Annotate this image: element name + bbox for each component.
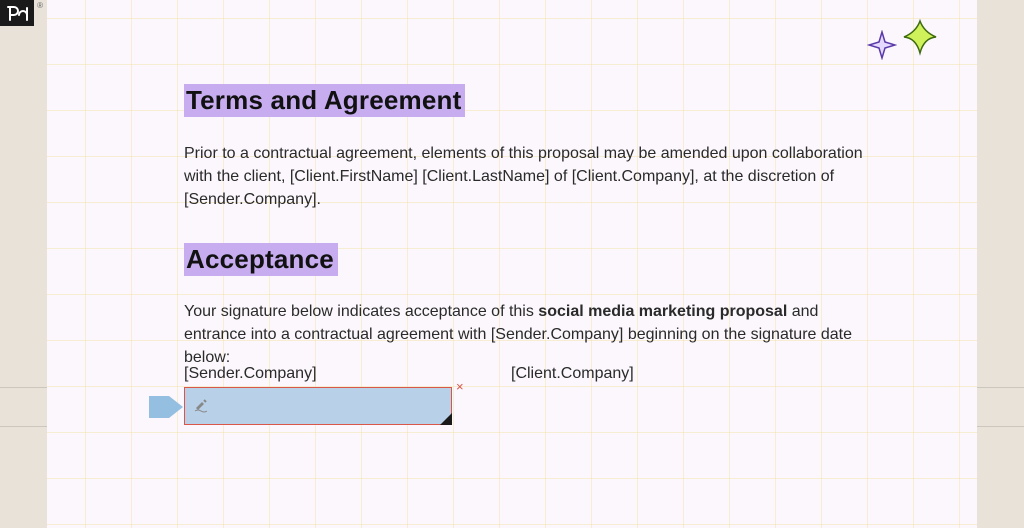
token-client-name[interactable]: [Client.FirstName] [Client.LastName] xyxy=(290,168,550,185)
signature-icon xyxy=(193,395,213,418)
app-logo: ® xyxy=(0,0,34,26)
signature-label-client: [Client.Company] xyxy=(511,365,634,383)
heading-acceptance: Acceptance xyxy=(184,243,338,276)
token-sender-company[interactable]: [Sender.Company] xyxy=(184,191,317,208)
bold-proposal-name: social media marketing proposal xyxy=(538,303,787,320)
heading-highlight: Acceptance xyxy=(184,243,338,276)
heading-terms: Terms and Agreement xyxy=(184,84,465,117)
resize-handle-icon[interactable] xyxy=(440,413,452,425)
sparkle-icon xyxy=(901,18,939,56)
heading-highlight: Terms and Agreement xyxy=(184,84,465,117)
signature-label-sender: [Sender.Company] xyxy=(184,365,317,383)
sparkle-icon xyxy=(867,30,897,60)
content-column: Terms and Agreement Prior to a contractu… xyxy=(184,0,867,528)
paragraph-acceptance: Your signature below indicates acceptanc… xyxy=(184,300,867,370)
token-sender-company[interactable]: [Sender.Company] xyxy=(491,326,624,343)
token-client-company[interactable]: [Client.Company] xyxy=(572,168,695,185)
signature-field[interactable] xyxy=(184,387,452,425)
remove-field-button[interactable]: × xyxy=(456,380,464,393)
registered-mark: ® xyxy=(37,1,42,10)
active-field-indicator-icon xyxy=(149,396,183,418)
document-canvas[interactable]: Terms and Agreement Prior to a contractu… xyxy=(47,0,977,528)
paragraph-terms: Prior to a contractual agreement, elemen… xyxy=(184,142,867,212)
